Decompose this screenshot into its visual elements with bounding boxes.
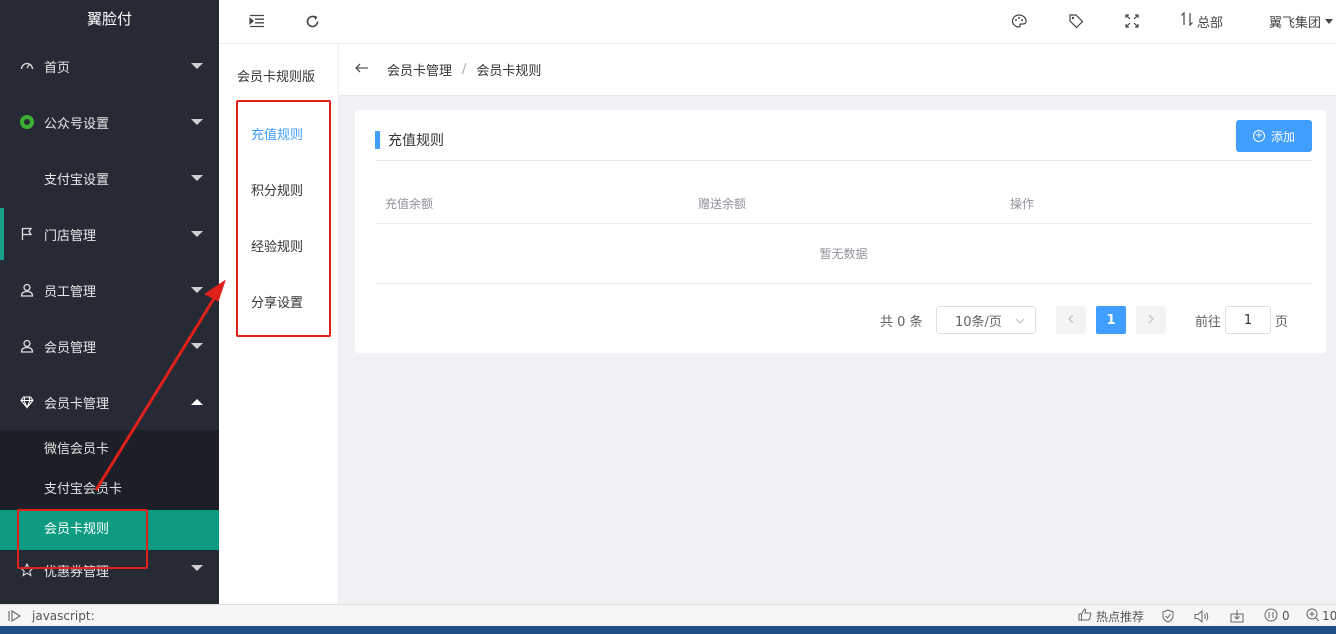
annotation-arrow xyxy=(94,279,226,491)
app-window: 翼脸付 首页 公众号设置 支付宝设置 门店管理 员工管理 会员管理 会员卡管理 … xyxy=(0,0,1336,634)
